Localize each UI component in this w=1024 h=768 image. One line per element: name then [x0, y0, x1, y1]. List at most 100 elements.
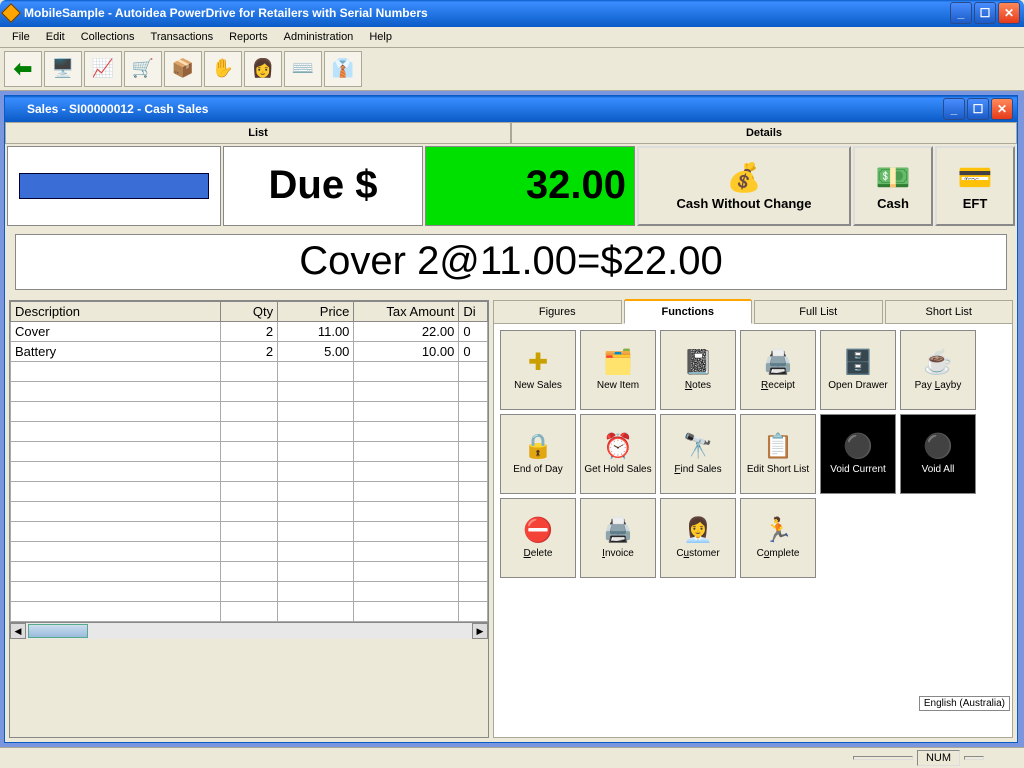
- edit-short-list-button[interactable]: 📋Edit Short List: [740, 414, 816, 494]
- find-sales-button[interactable]: 🔭Find Sales: [660, 414, 736, 494]
- table-row[interactable]: [11, 581, 488, 601]
- cash-button[interactable]: 💵 Cash: [853, 146, 933, 226]
- sales-titlebar: Sales - SI00000012 - Cash Sales _ ☐ ✕: [5, 96, 1017, 122]
- toolbar: ⬅ 🖥️ 📈 🛒 📦 ✋ 👩 ⌨️ 👔: [0, 48, 1024, 91]
- table-row[interactable]: [11, 401, 488, 421]
- due-label: Due $: [223, 146, 423, 226]
- table-row[interactable]: [11, 421, 488, 441]
- app-icon: [1, 4, 21, 24]
- new-item-icon: 🗂️: [603, 348, 633, 377]
- col-description[interactable]: Description: [11, 301, 221, 321]
- plus-icon: ✚: [528, 348, 548, 377]
- void-current-button[interactable]: ⚫Void Current: [820, 414, 896, 494]
- table-row[interactable]: [11, 461, 488, 481]
- horizontal-scrollbar[interactable]: ◀ ▶: [10, 622, 488, 640]
- col-tax[interactable]: Tax Amount: [354, 301, 459, 321]
- cup-icon: ☕: [923, 348, 953, 377]
- lock-icon: 🔒: [523, 432, 553, 461]
- invoice-printer-icon: 🖨️: [603, 516, 633, 545]
- table-row[interactable]: [11, 481, 488, 501]
- cash-label: Cash: [877, 196, 909, 211]
- void-icon: ⚫: [843, 432, 873, 461]
- tool-staff-icon[interactable]: 👔: [324, 51, 362, 87]
- items-grid: Description Qty Price Tax Amount Di Cove…: [9, 300, 489, 738]
- tool-pos-icon[interactable]: 🖥️: [44, 51, 82, 87]
- sales-icon: [9, 103, 21, 115]
- cash-without-change-button[interactable]: 💰 Cash Without Change: [637, 146, 851, 226]
- status-num: NUM: [917, 750, 960, 766]
- void-all-icon: ⚫: [923, 432, 953, 461]
- pay-layby-button[interactable]: ☕Pay Layby: [900, 330, 976, 410]
- notes-button[interactable]: 📓Notes: [660, 330, 736, 410]
- scroll-right-icon[interactable]: ▶: [472, 623, 488, 639]
- drawer-icon: 🗄️: [843, 348, 873, 377]
- tool-person-icon[interactable]: 👩: [244, 51, 282, 87]
- complete-button[interactable]: 🏃Complete: [740, 498, 816, 578]
- table-row[interactable]: [11, 361, 488, 381]
- customer-button[interactable]: 👩‍💼Customer: [660, 498, 736, 578]
- table-row[interactable]: [11, 541, 488, 561]
- invoice-button[interactable]: 🖨️Invoice: [580, 498, 656, 578]
- close-button[interactable]: ✕: [998, 2, 1020, 24]
- new-sales-button[interactable]: ✚New Sales: [500, 330, 576, 410]
- notes-icon: 📓: [683, 348, 713, 377]
- table-row[interactable]: [11, 521, 488, 541]
- sales-window: Sales - SI00000012 - Cash Sales _ ☐ ✕ Li…: [4, 95, 1018, 743]
- receipt-button[interactable]: 🖨️Receipt: [740, 330, 816, 410]
- table-row[interactable]: [11, 561, 488, 581]
- tab-functions[interactable]: Functions: [624, 300, 753, 324]
- menu-edit[interactable]: Edit: [38, 29, 73, 45]
- tab-short-list[interactable]: Short List: [885, 300, 1014, 324]
- get-hold-sales-button[interactable]: ⏰Get Hold Sales: [580, 414, 656, 494]
- sales-maximize-button[interactable]: ☐: [967, 98, 989, 120]
- table-row[interactable]: [11, 501, 488, 521]
- back-button[interactable]: ⬅: [4, 51, 42, 87]
- table-row[interactable]: [11, 441, 488, 461]
- end-of-day-button[interactable]: 🔒End of Day: [500, 414, 576, 494]
- binoculars-icon: 🔭: [683, 432, 713, 461]
- tab-figures[interactable]: Figures: [493, 300, 622, 324]
- menu-administration[interactable]: Administration: [276, 29, 362, 45]
- delete-button[interactable]: ⛔Delete: [500, 498, 576, 578]
- app-title: MobileSample - Autoidea PowerDrive for R…: [24, 6, 950, 20]
- table-row[interactable]: Battery25.0010.000: [11, 341, 488, 361]
- minimize-button[interactable]: _: [950, 2, 972, 24]
- eft-button[interactable]: 💳EFT: [935, 146, 1015, 226]
- progress-box: [7, 146, 221, 226]
- table-row[interactable]: Cover211.0022.000: [11, 321, 488, 341]
- sales-close-button[interactable]: ✕: [991, 98, 1013, 120]
- tool-hand-icon[interactable]: ✋: [204, 51, 242, 87]
- menu-file[interactable]: File: [4, 29, 38, 45]
- maximize-button[interactable]: ☐: [974, 2, 996, 24]
- col-di[interactable]: Di: [459, 301, 488, 321]
- tool-keyboard-icon[interactable]: ⌨️: [284, 51, 322, 87]
- open-drawer-button[interactable]: 🗄️Open Drawer: [820, 330, 896, 410]
- customer-icon: 👩‍💼: [683, 516, 713, 545]
- menu-collections[interactable]: Collections: [73, 29, 143, 45]
- scroll-thumb[interactable]: [28, 624, 88, 638]
- table-row[interactable]: [11, 601, 488, 621]
- tab-list[interactable]: List: [5, 122, 511, 144]
- tool-packages-icon[interactable]: 📦: [164, 51, 202, 87]
- tool-trolley-icon[interactable]: 🛒: [124, 51, 162, 87]
- menu-help[interactable]: Help: [361, 29, 400, 45]
- cash-nochange-label: Cash Without Change: [677, 196, 812, 211]
- moneybag-icon: 💰: [727, 161, 762, 194]
- tab-full-list[interactable]: Full List: [754, 300, 883, 324]
- table-row[interactable]: [11, 381, 488, 401]
- app-titlebar: MobileSample - Autoidea PowerDrive for R…: [0, 0, 1024, 27]
- eft-label: EFT: [963, 196, 988, 211]
- menu-transactions[interactable]: Transactions: [143, 29, 222, 45]
- menu-reports[interactable]: Reports: [221, 29, 276, 45]
- menubar: File Edit Collections Transactions Repor…: [0, 27, 1024, 48]
- tool-chart-icon[interactable]: 📈: [84, 51, 122, 87]
- new-item-button[interactable]: 🗂️New Item: [580, 330, 656, 410]
- cash-icon: 💵: [876, 161, 911, 194]
- col-price[interactable]: Price: [278, 301, 354, 321]
- col-qty[interactable]: Qty: [220, 301, 277, 321]
- sales-minimize-button[interactable]: _: [943, 98, 965, 120]
- void-all-button[interactable]: ⚫Void All: [900, 414, 976, 494]
- tab-details[interactable]: Details: [511, 122, 1017, 144]
- delete-icon: ⛔: [523, 516, 553, 545]
- scroll-left-icon[interactable]: ◀: [10, 623, 26, 639]
